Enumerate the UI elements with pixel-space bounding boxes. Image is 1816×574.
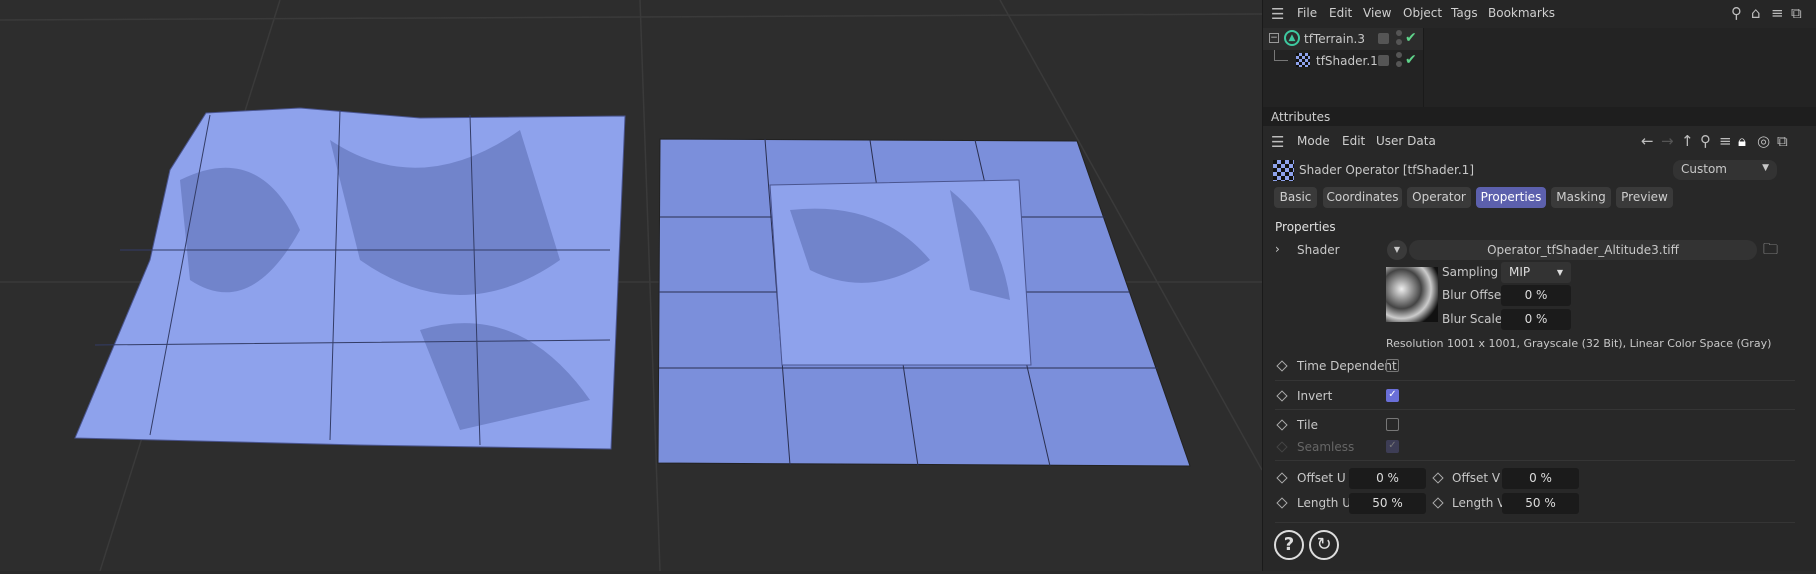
menu-view[interactable]: View [1363, 6, 1391, 20]
shader-icon [1273, 160, 1294, 181]
visibility-dot-icon[interactable] [1396, 52, 1402, 58]
sampling-label: Sampling [1442, 265, 1499, 279]
3d-viewport[interactable] [0, 0, 1263, 572]
reset-icon[interactable]: ↻ [1309, 530, 1339, 560]
filter-icon[interactable]: ≡ [1771, 5, 1784, 21]
tab-operator[interactable]: Operator [1407, 187, 1471, 208]
shader-icon [1296, 53, 1310, 67]
shader-file-field[interactable]: Operator_tfShader_Altitude3.tiff [1409, 240, 1757, 260]
offset-u-label: Offset U [1297, 471, 1346, 485]
object-tree: − ▲ tfTerrain.3 ✔ tfShader.1 ✔ [1263, 28, 1816, 107]
shader-menu-button[interactable]: ▼ [1387, 240, 1407, 260]
keyframe-diamond-icon [1276, 441, 1288, 453]
offset-v-field[interactable]: 0 % [1502, 468, 1579, 489]
offset-v-label: Offset V [1452, 471, 1501, 485]
preset-dropdown[interactable]: Custom ▼ [1673, 160, 1777, 180]
expand-chevron-icon[interactable]: › [1275, 242, 1280, 256]
hamburger-menu-icon[interactable]: ☰ [1271, 6, 1284, 22]
shader-preview-thumbnail [1386, 267, 1438, 322]
new-window-icon[interactable]: ⧉ [1791, 5, 1802, 21]
menu-edit[interactable]: Edit [1342, 134, 1365, 148]
hamburger-menu-icon[interactable]: ☰ [1271, 134, 1284, 150]
keyframe-diamond-icon[interactable] [1276, 390, 1288, 402]
object-title: Shader Operator [tfShader.1] [1299, 163, 1475, 177]
lock-icon[interactable]: 🔒︎ [1738, 133, 1746, 149]
sampling-dropdown[interactable]: MIP ▼ [1501, 262, 1571, 283]
enabled-check-icon[interactable]: ✔ [1405, 30, 1417, 46]
seamless-checkbox: ✓ [1386, 440, 1399, 453]
folder-icon[interactable]: 🗀︎ [1763, 241, 1778, 257]
length-u-field[interactable]: 50 % [1349, 493, 1426, 514]
tab-coordinates[interactable]: Coordinates [1323, 187, 1402, 208]
length-v-field[interactable]: 50 % [1502, 493, 1579, 514]
viewport-scene [0, 0, 1263, 572]
help-icon[interactable]: ? [1274, 530, 1304, 560]
keyframe-diamond-icon[interactable] [1276, 497, 1288, 509]
tree-item-tfterrain[interactable]: − ▲ tfTerrain.3 ✔ [1263, 28, 1423, 50]
tile-label: Tile [1297, 418, 1319, 432]
tab-masking[interactable]: Masking [1551, 187, 1611, 208]
up-arrow-icon[interactable]: ↑ [1681, 133, 1694, 149]
search-icon[interactable]: ⚲ [1731, 5, 1742, 21]
tree-item-tfshader[interactable]: tfShader.1 ✔ [1263, 50, 1423, 72]
shader-label: Shader [1297, 243, 1340, 257]
keyframe-diamond-icon[interactable] [1276, 419, 1288, 431]
tab-properties[interactable]: Properties [1476, 187, 1546, 208]
collapse-icon[interactable]: − [1269, 33, 1279, 43]
editor-visibility-icon[interactable] [1378, 33, 1389, 44]
menu-object[interactable]: Object [1403, 6, 1442, 20]
blur-scale-field[interactable]: 0 % [1501, 309, 1571, 330]
back-arrow-icon[interactable]: ← [1641, 133, 1654, 149]
filter-icon[interactable]: ≡ [1719, 133, 1732, 149]
seamless-label: Seamless [1297, 440, 1355, 454]
time-dependent-label: Time Dependent [1297, 359, 1397, 373]
render-dot-icon[interactable] [1396, 39, 1402, 45]
invert-checkbox[interactable]: ✓ [1386, 389, 1399, 402]
tab-preview[interactable]: Preview [1616, 187, 1673, 208]
resolution-info: Resolution 1001 x 1001, Grayscale (32 Bi… [1386, 337, 1772, 350]
menu-mode[interactable]: Mode [1297, 134, 1330, 148]
keyframe-diamond-icon[interactable] [1432, 497, 1444, 509]
preset-value: Custom [1681, 162, 1727, 176]
menu-tags[interactable]: Tags [1451, 6, 1478, 20]
new-window-icon[interactable]: ⧉ [1777, 133, 1788, 149]
chevron-down-icon: ▼ [1556, 268, 1563, 277]
home-icon[interactable]: ⌂ [1751, 5, 1761, 21]
length-v-label: Length V [1452, 496, 1506, 510]
visibility-dot-icon[interactable] [1396, 30, 1402, 36]
chevron-down-icon: ▼ [1762, 163, 1769, 173]
keyframe-diamond-icon[interactable] [1276, 472, 1288, 484]
editor-visibility-icon[interactable] [1378, 55, 1389, 66]
sampling-value: MIP [1509, 265, 1531, 279]
forward-arrow-icon[interactable]: → [1661, 133, 1674, 149]
tree-item-label: tfShader.1 [1316, 54, 1378, 68]
tile-checkbox[interactable] [1386, 418, 1399, 431]
attributes-header: Attributes [1263, 107, 1816, 126]
blur-offset-label: Blur Offset [1442, 288, 1506, 302]
enabled-check-icon[interactable]: ✔ [1405, 52, 1417, 68]
menu-user-data[interactable]: User Data [1376, 134, 1436, 148]
invert-label: Invert [1297, 389, 1333, 403]
menu-bookmarks[interactable]: Bookmarks [1488, 6, 1555, 20]
length-u-label: Length U [1297, 496, 1351, 510]
side-panel: ☰ File Edit View Object Tags Bookmarks ⚲… [1262, 0, 1816, 571]
keyframe-diamond-icon[interactable] [1432, 472, 1444, 484]
blur-scale-label: Blur Scale [1442, 312, 1503, 326]
target-icon[interactable]: ◎ [1757, 133, 1770, 149]
tree-item-label: tfTerrain.3 [1304, 32, 1366, 46]
blur-offset-field[interactable]: 0 % [1501, 285, 1571, 306]
tab-basic[interactable]: Basic [1274, 187, 1317, 208]
keyframe-diamond-icon[interactable] [1276, 360, 1288, 372]
menu-file[interactable]: File [1297, 6, 1317, 20]
offset-u-field[interactable]: 0 % [1349, 468, 1426, 489]
time-dependent-checkbox[interactable] [1386, 359, 1399, 372]
section-heading: Properties [1275, 220, 1336, 234]
search-icon[interactable]: ⚲ [1700, 133, 1711, 149]
object-manager-menubar: ☰ File Edit View Object Tags Bookmarks ⚲… [1263, 0, 1816, 28]
menu-edit[interactable]: Edit [1329, 6, 1352, 20]
terrain-icon: ▲ [1284, 30, 1300, 46]
render-dot-icon[interactable] [1396, 61, 1402, 67]
